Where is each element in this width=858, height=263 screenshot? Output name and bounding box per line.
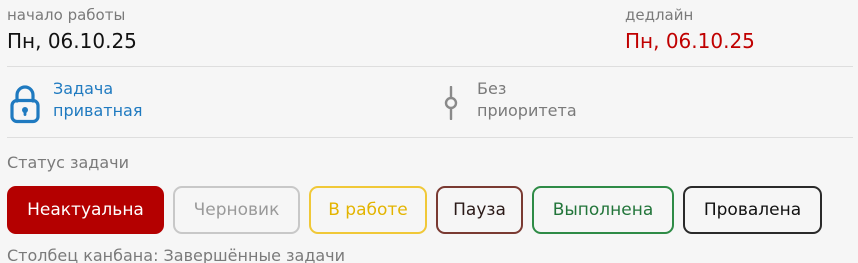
start-date-block[interactable]: начало работы Пн, 06.10.25 [7,6,137,53]
start-date-label: начало работы [7,6,126,24]
status-button-in-progress[interactable]: В работе [309,186,427,234]
settings-row: Задача приватная Без приоритета [7,78,853,128]
kanban-column-label: Столбец канбана: Завершённые задачи [7,246,346,263]
start-date-value[interactable]: Пн, 06.10.25 [7,29,137,53]
status-options: Неактуальна Черновик В работе Пауза Выпо… [7,186,822,234]
privacy-label-line1: Задача [53,79,114,98]
privacy-label-line2: приватная [53,101,143,120]
status-section-title: Статус задачи [7,153,129,172]
priority-slider-icon [444,86,458,120]
status-button-failed[interactable]: Провалена [683,186,822,234]
priority-label: Без приоритета [477,78,577,122]
task-details-panel: начало работы Пн, 06.10.25 дедлайн Пн, 0… [0,0,858,263]
deadline-value[interactable]: Пн, 06.10.25 [625,29,755,53]
privacy-label: Задача приватная [53,78,142,122]
privacy-toggle[interactable]: Задача приватная [7,78,142,124]
divider [7,137,853,138]
priority-selector[interactable]: Без приоритета [443,78,577,122]
priority-label-line2: приоритета [477,101,577,120]
priority-label-line1: Без [477,79,507,98]
status-button-draft[interactable]: Черновик [173,186,300,234]
status-button-pause[interactable]: Пауза [436,186,523,234]
divider [7,66,853,67]
dates-row: начало работы Пн, 06.10.25 дедлайн Пн, 0… [7,6,858,62]
deadline-block[interactable]: дедлайн Пн, 06.10.25 [625,6,755,53]
status-button-done[interactable]: Выполнена [532,186,674,234]
deadline-label: дедлайн [625,6,694,24]
lock-icon [10,85,40,124]
status-button-not-relevant[interactable]: Неактуальна [7,186,164,234]
